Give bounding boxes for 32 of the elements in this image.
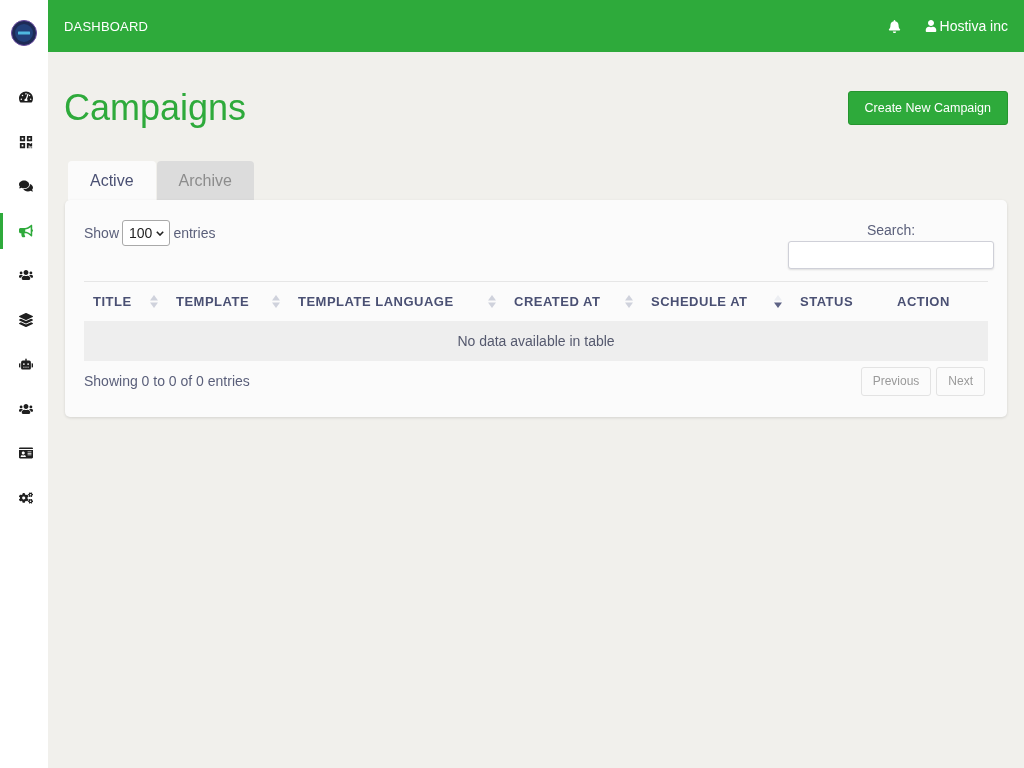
column-header[interactable]: SCHEDULE AT xyxy=(651,293,748,309)
sort-icon[interactable] xyxy=(774,294,782,308)
tab[interactable]: Active xyxy=(68,161,156,200)
column-header[interactable]: TITLE xyxy=(93,293,132,309)
entries-info: Showing 0 to 0 of 0 entries xyxy=(84,373,250,389)
entries-label: entries xyxy=(173,225,216,241)
logo xyxy=(11,20,37,46)
search-field[interactable] xyxy=(788,241,994,269)
page-title: Campaigns xyxy=(64,86,247,130)
empty-table-message: No data available in table xyxy=(84,320,988,361)
gauge-icon xyxy=(18,90,33,104)
column-header: ACTION xyxy=(897,293,950,309)
users-icon xyxy=(18,268,33,282)
gears-icon xyxy=(18,490,33,505)
top-bar-title: DASHBOARD xyxy=(64,18,149,34)
megaphone-icon xyxy=(18,223,33,238)
chevron-down-icon xyxy=(156,230,165,236)
page-size-select[interactable]: 100 xyxy=(122,220,171,246)
qr-code-icon xyxy=(18,134,33,149)
layers-icon xyxy=(18,312,33,327)
user-icon xyxy=(924,20,937,32)
id-card-icon xyxy=(18,446,33,460)
search-label: Search: xyxy=(866,222,916,238)
column-header[interactable]: CREATED AT xyxy=(514,293,601,309)
show-label: Show xyxy=(84,225,120,241)
column-header: STATUS xyxy=(800,293,854,309)
bell-icon[interactable] xyxy=(887,19,901,33)
chat-bubbles-icon xyxy=(18,179,33,193)
users-icon xyxy=(18,401,33,416)
column-header[interactable]: TEMPLATE LANGUAGE xyxy=(298,293,454,309)
robot-icon xyxy=(18,357,33,371)
column-header[interactable]: TEMPLATE xyxy=(176,293,250,309)
